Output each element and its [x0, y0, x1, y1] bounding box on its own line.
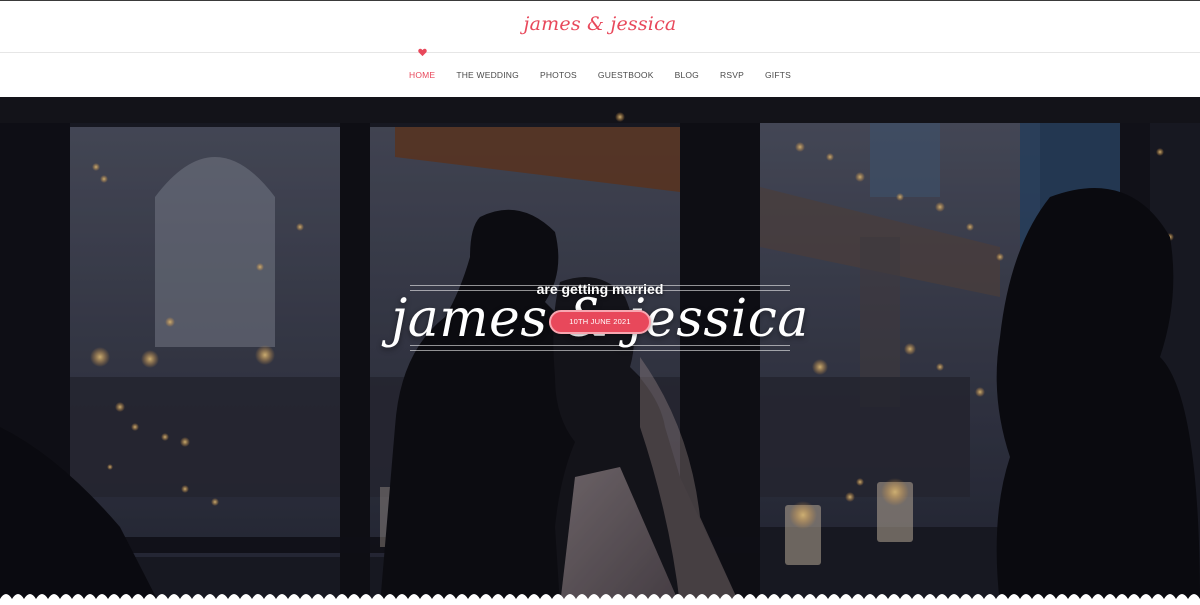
nav-label-home: HOME: [409, 70, 436, 80]
nav-item-photos[interactable]: PHOTOS: [529, 54, 587, 97]
nav-item-guestbook[interactable]: GUESTBOOK: [587, 54, 664, 97]
heart-icon: [417, 48, 427, 57]
site-logo[interactable]: james & jessica: [0, 13, 1200, 35]
nav-item-rsvp[interactable]: RSVP: [710, 54, 755, 97]
nav-label-the-wedding: THE WEDDING: [456, 70, 519, 80]
wedding-date-button[interactable]: 10TH JUNE 2021: [549, 310, 651, 334]
nav-label-rsvp: RSVP: [720, 70, 744, 80]
nav-label-guestbook: GUESTBOOK: [597, 70, 654, 80]
nav-label-blog: BLOG: [674, 70, 699, 80]
hero-section: james & jessica: [0, 97, 1200, 605]
scalloped-edge: [0, 594, 1200, 605]
main-navigation: HOME THE WEDDING PHOTOS GUESTBOOK BLOG R…: [0, 48, 1200, 97]
site-header: james & jessica: [0, 1, 1200, 53]
nav-label-photos: PHOTOS: [539, 70, 577, 80]
hero-bottom-rule-2: [410, 350, 790, 351]
nav-label-gifts: GIFTS: [764, 70, 791, 80]
nav-item-the-wedding[interactable]: THE WEDDING: [446, 54, 530, 97]
nav-item-blog[interactable]: BLOG: [664, 54, 709, 97]
hero-bottom-rule: [410, 345, 790, 346]
nav-item-gifts[interactable]: GIFTS: [754, 54, 801, 97]
hero-subtitle: are getting married: [536, 281, 664, 297]
nav-item-home[interactable]: HOME: [399, 48, 446, 97]
